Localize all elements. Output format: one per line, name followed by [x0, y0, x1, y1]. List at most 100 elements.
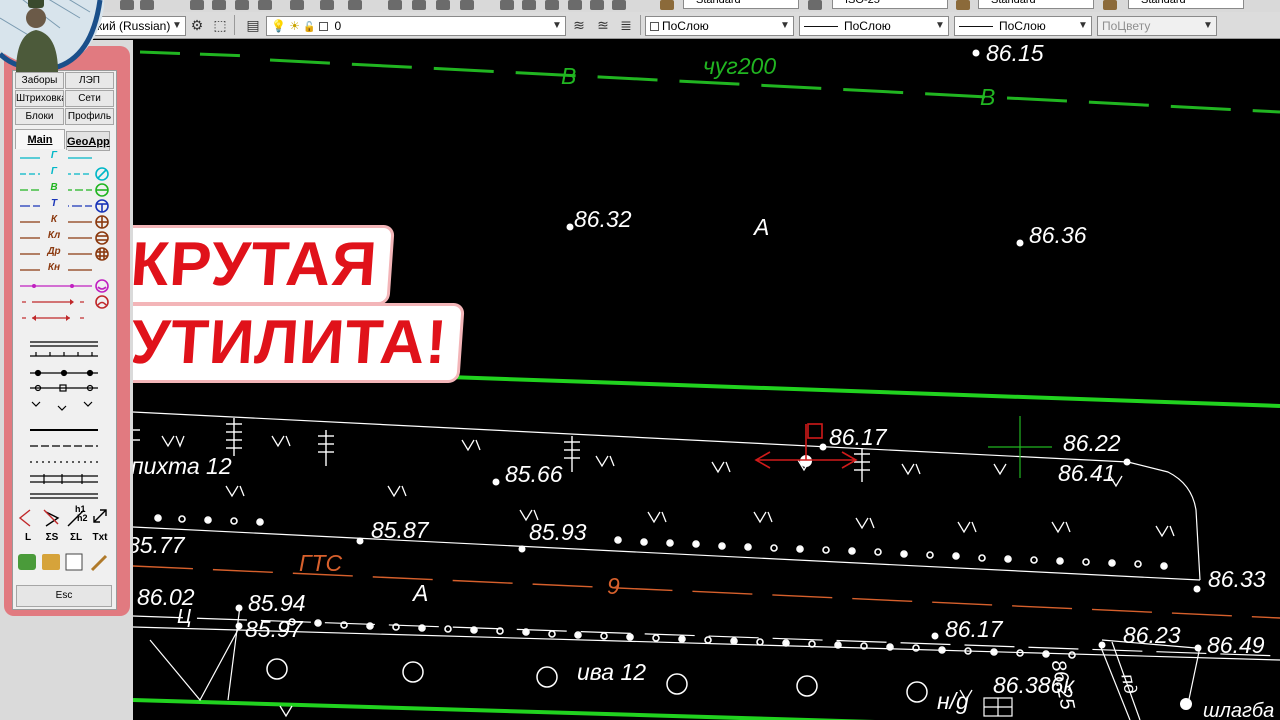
cement-label[interactable]: Ц — [177, 606, 192, 629]
pipe-spec-label[interactable]: чуг200 — [703, 53, 776, 80]
chevron-down-icon[interactable] — [549, 17, 565, 35]
elevation-label[interactable]: 86.33 — [1208, 566, 1266, 593]
toolbar-icon[interactable] — [190, 0, 204, 10]
line-tool-samples — [18, 157, 109, 572]
toolbar-icon[interactable] — [460, 0, 474, 10]
toolbar-icon[interactable] — [500, 0, 514, 10]
elevation-label[interactable]: 86.23 — [1123, 622, 1181, 649]
text-tool[interactable]: Txt — [89, 532, 111, 543]
toolbar-icon[interactable] — [290, 0, 304, 10]
tool-row-g2[interactable]: Г — [14, 166, 112, 181]
toolbar-icon[interactable] — [590, 0, 604, 10]
asphalt-label[interactable]: А — [413, 580, 428, 607]
chevron-down-icon[interactable] — [777, 17, 793, 35]
mleader-style-combo[interactable]: Standard — [1128, 0, 1244, 9]
elevation-label[interactable]: 85.87 — [371, 517, 429, 544]
tool-row-v[interactable]: В — [14, 182, 112, 197]
elevation-label[interactable]: 85.77 — [133, 532, 185, 559]
chevron-down-icon[interactable] — [1075, 17, 1091, 35]
gts-number-label[interactable]: 9 — [607, 573, 620, 600]
select-box-icon[interactable]: ⬚ — [211, 16, 229, 34]
toolbar-icon[interactable] — [348, 0, 362, 10]
elevation-label[interactable]: 86.49 — [1207, 632, 1265, 659]
text-style-combo[interactable]: Standard — [683, 0, 799, 9]
globe-tool-icon[interactable] — [18, 554, 36, 570]
boundary-line-bottom[interactable] — [133, 698, 1280, 720]
tree-label[interactable]: ива 12 — [577, 659, 646, 686]
esc-button[interactable]: Esc — [16, 585, 112, 607]
documents-icon[interactable] — [65, 553, 83, 571]
curb-dots-filled — [155, 515, 1167, 657]
elevation-label[interactable]: 86.17 — [829, 424, 887, 451]
toolbar-icon[interactable] — [140, 0, 154, 10]
lightbulb-icon[interactable]: 💡 — [271, 19, 286, 33]
sum-length-tool[interactable]: ΣL — [65, 532, 87, 543]
table-style-icon[interactable] — [956, 0, 970, 10]
elevation-label[interactable]: 85.97 — [245, 616, 303, 643]
elevation-label[interactable]: 86.15 — [986, 40, 1044, 67]
tool-row-g1[interactable]: Г — [14, 150, 112, 165]
toolbar-icon[interactable] — [320, 0, 334, 10]
toolbar-icon[interactable] — [522, 0, 536, 10]
elevation-label[interactable]: 86.36 — [1029, 222, 1087, 249]
angle-icon[interactable] — [18, 509, 31, 527]
elevation-label[interactable]: 86.41 — [1058, 460, 1116, 487]
fence-samples[interactable] — [30, 341, 98, 499]
color-combo[interactable]: ПоСлою — [645, 16, 794, 36]
elevation-label[interactable]: 85.94 — [248, 590, 306, 617]
length-tool[interactable]: L — [17, 532, 39, 543]
tool-row-t[interactable]: Т — [14, 198, 112, 213]
tree-label[interactable]: пихта 12 — [133, 453, 232, 480]
smile-circle-icon[interactable] — [95, 279, 109, 293]
folder-image-icon[interactable] — [42, 554, 60, 570]
mleader-style-icon[interactable] — [1103, 0, 1117, 10]
model-space-canvas[interactable]: 86.15 В чуг200 В 86.32 А 86.36 86.17 86.… — [133, 40, 1280, 720]
lock-icon[interactable]: 🔓 — [303, 22, 315, 33]
lineweight-combo[interactable]: ПоСлою — [954, 16, 1092, 36]
tool-row-kn[interactable]: Кн — [14, 262, 112, 277]
gear-icon[interactable]: ⚙ — [188, 16, 206, 34]
layer-states-icon[interactable]: ≣ — [617, 16, 635, 34]
toolbar-icon[interactable] — [388, 0, 402, 10]
brush-icon[interactable] — [90, 554, 108, 572]
barrier-label[interactable]: шлагба — [1203, 700, 1274, 720]
elevation-label[interactable]: 85.66 — [505, 461, 563, 488]
make-layer-current-icon[interactable]: ≋ — [570, 16, 588, 34]
tool-row-kl[interactable]: Кл — [14, 230, 112, 245]
water-label[interactable]: В — [980, 84, 995, 111]
ground-label[interactable]: н/g — [937, 688, 969, 715]
elevation-label[interactable]: 86.32 — [574, 206, 632, 233]
toolbar-icon[interactable] — [545, 0, 559, 10]
elevation-label[interactable]: 86.17 — [945, 616, 1003, 643]
tool-row-dr[interactable]: Др — [14, 246, 112, 261]
toolbar-icon[interactable] — [258, 0, 272, 10]
asphalt-label[interactable]: А — [754, 214, 769, 241]
water-label[interactable]: В — [561, 63, 576, 90]
tool-row-k[interactable]: К — [14, 214, 112, 229]
gts-label[interactable]: ГТС — [299, 550, 342, 577]
sun-icon[interactable]: ☀ — [289, 19, 300, 33]
chevron-down-icon[interactable] — [169, 17, 185, 35]
text-style-icon[interactable] — [660, 0, 674, 10]
toolbar-icon[interactable] — [568, 0, 582, 10]
dim-style-icon[interactable] — [808, 0, 822, 10]
chevron-down-icon[interactable] — [932, 17, 948, 35]
toolbar-icon[interactable] — [436, 0, 450, 10]
linetype-combo[interactable]: ПоСлою — [799, 16, 949, 36]
table-style-combo[interactable]: Standard — [978, 0, 1094, 9]
toolbar-icon[interactable] — [412, 0, 426, 10]
toolbar-icon[interactable] — [235, 0, 249, 10]
elevation-label[interactable]: 86.22 — [1063, 430, 1121, 457]
layer-combo[interactable]: 💡 ☀ 🔓 0 — [266, 16, 566, 36]
layer-previous-icon[interactable]: ≊ — [594, 16, 612, 34]
plotstyle-combo[interactable]: ПоЦвету — [1097, 16, 1217, 36]
sum-area-tool[interactable]: ΣS — [41, 532, 63, 543]
distance-arrow-icon[interactable] — [93, 509, 107, 523]
chevron-down-icon[interactable] — [1200, 17, 1216, 35]
toolbar-icon[interactable] — [612, 0, 626, 10]
toolbar-icon[interactable] — [212, 0, 226, 10]
elevation-label[interactable]: 85.93 — [529, 519, 587, 546]
layer-manager-icon[interactable]: ▤ — [244, 16, 262, 34]
dim-style-combo[interactable]: ISO-25 — [832, 0, 948, 9]
pd-label[interactable]: пд — [1116, 672, 1141, 696]
